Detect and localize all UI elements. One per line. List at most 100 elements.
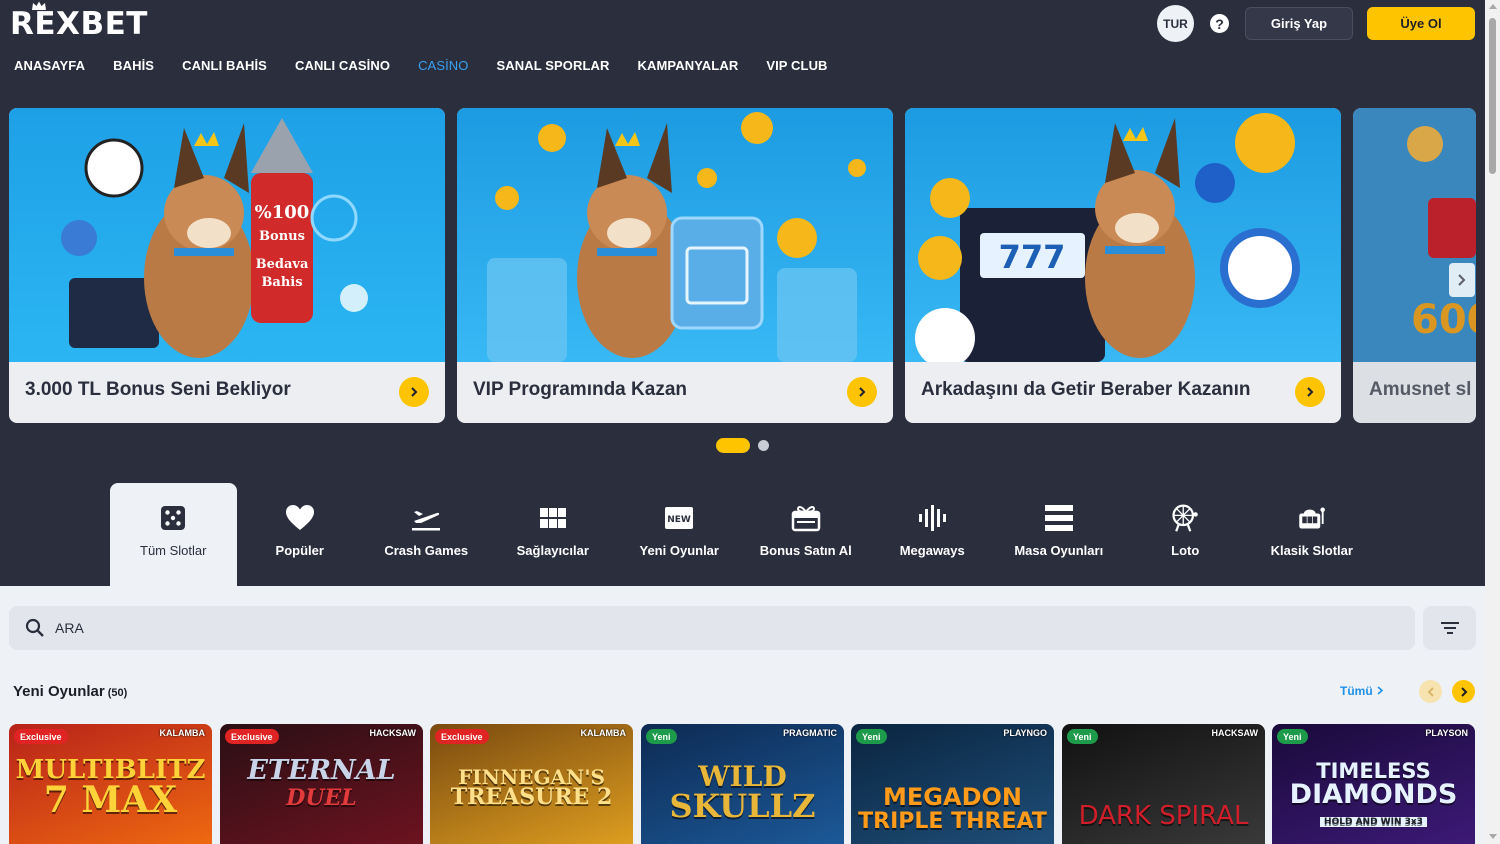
section-title-text: Yeni Oyunlar: [13, 683, 105, 700]
tab-classic-slots[interactable]: Klasik Slotlar: [1249, 483, 1376, 586]
carousel-dot-active[interactable]: [716, 438, 750, 453]
row-prev-button[interactable]: [1419, 680, 1442, 703]
row-next-button[interactable]: [1452, 680, 1475, 703]
chevron-right-icon: [1377, 686, 1384, 695]
svg-text:Bedava: Bedava: [256, 257, 309, 272]
game-provider: PLAYNGO: [1003, 728, 1047, 738]
game-title-line: HOLD AND WIN 3x3: [1320, 816, 1427, 827]
chevron-right-icon[interactable]: [847, 377, 877, 407]
banner-caption: Amusnet sl: [1369, 379, 1472, 400]
filter-button[interactable]: [1423, 606, 1476, 650]
tab-all-slots[interactable]: Tüm Slotlar: [110, 483, 237, 586]
game-title: FINNEGAN'S TREASURE 2: [430, 767, 633, 810]
game-tag: Yeni: [1277, 729, 1308, 744]
plane-icon: [411, 503, 441, 533]
game-provider: HACKSAW: [1211, 728, 1259, 738]
section-title: Yeni Oyunlar (50): [13, 683, 127, 700]
filter-icon: [1440, 622, 1459, 634]
game-card[interactable]: Yeni HACKSAW DARK SPIRAL: [1062, 724, 1265, 844]
login-button[interactable]: Giriş Yap: [1245, 7, 1353, 40]
tab-label: Bonus Satın Al: [759, 543, 852, 558]
game-title-line: DARK SPIRAL: [1078, 801, 1249, 831]
tab-label: Tüm Slotlar: [140, 543, 207, 558]
scroll-down-arrow-icon[interactable]: [1489, 834, 1497, 839]
language-selector[interactable]: TUR: [1157, 5, 1194, 42]
game-title-line: DUEL: [286, 784, 357, 811]
game-title-line: TRIPLE THREAT: [858, 808, 1047, 834]
login-label: Giriş Yap: [1270, 16, 1328, 31]
banner-image-vip: [457, 108, 893, 362]
waveform-icon: [917, 503, 947, 533]
tab-popular[interactable]: Popüler: [237, 483, 364, 586]
promo-banner-referral[interactable]: 777 Arkadaşını da Getir Beraber Kazanın: [905, 108, 1341, 423]
nav-item-live-casino[interactable]: CANLI CASİNO: [295, 58, 390, 73]
banner-image-amusnet: 600: [1353, 108, 1476, 362]
tab-label: Yeni Oyunlar: [639, 543, 719, 558]
banner-caption: Arkadaşını da Getir Beraber Kazanın: [921, 379, 1251, 400]
tab-megaways[interactable]: Megaways: [869, 483, 996, 586]
see-all-link[interactable]: Tümü: [1340, 684, 1384, 698]
game-card[interactable]: Exclusive KALAMBA MULTIBLITZ 7 MAX: [9, 724, 212, 844]
search-input[interactable]: [55, 606, 1355, 650]
tab-lotto[interactable]: Loto: [1122, 483, 1249, 586]
game-tag: Yeni: [646, 729, 677, 744]
page-scrollbar[interactable]: [1485, 0, 1500, 844]
game-title-line: 7 MAX: [43, 778, 178, 821]
tab-bonus-buy[interactable]: Bonus Satın Al: [743, 483, 870, 586]
svg-text:Bahis: Bahis: [261, 275, 302, 290]
game-provider: HACKSAW: [369, 728, 417, 738]
tab-table-games[interactable]: Masa Oyunları: [996, 483, 1123, 586]
game-search-box: [9, 606, 1415, 650]
search-icon: [25, 618, 44, 637]
language-label: TUR: [1163, 16, 1188, 31]
chevron-right-icon[interactable]: [399, 377, 429, 407]
game-title-line: SKULLZ: [669, 786, 816, 825]
game-title: WILD SKULLZ: [641, 763, 844, 822]
tab-providers[interactable]: Sağlayıcılar: [490, 483, 617, 586]
tab-label: Sağlayıcılar: [516, 543, 589, 558]
promo-banner-vip[interactable]: VIP Programında Kazan: [457, 108, 893, 423]
promo-banner-bonus[interactable]: %100 Bonus Bedava Bahis 3.000 TL Bonus S…: [9, 108, 445, 423]
banner-image-referral: 777: [905, 108, 1341, 362]
game-title-line: MEGADON: [883, 783, 1022, 811]
grid-icon: [538, 503, 568, 533]
banner-image-text: 600: [1411, 297, 1476, 343]
new-badge-icon: NEW: [664, 503, 694, 533]
game-tag: Exclusive: [435, 729, 489, 744]
banner-caption: 3.000 TL Bonus Seni Bekliyor: [25, 379, 291, 400]
game-tag: Yeni: [1067, 729, 1098, 744]
help-symbol: ?: [1215, 15, 1224, 32]
svg-text:777: 777: [999, 238, 1066, 276]
tab-new-games[interactable]: NEW Yeni Oyunlar: [616, 483, 743, 586]
signup-label: Üye Ol: [1400, 16, 1442, 31]
game-card[interactable]: Yeni PRAGMATIC WILD SKULLZ: [641, 724, 844, 844]
nav-item-sports[interactable]: BAHİS: [113, 58, 154, 73]
see-all-label: Tümü: [1340, 684, 1373, 698]
nav-item-casino[interactable]: CASİNO: [418, 58, 468, 73]
top-header: REXBET TUR ? Giriş Yap Üye Ol ANASAYFA B…: [0, 0, 1485, 84]
help-icon[interactable]: ?: [1210, 14, 1229, 33]
scroll-up-arrow-icon[interactable]: [1489, 4, 1497, 9]
nav-item-campaigns[interactable]: KAMPANYALAR: [638, 58, 739, 73]
carousel-next-button[interactable]: [1449, 263, 1475, 297]
game-title-line: DIAMONDS: [1289, 778, 1458, 810]
chevron-left-icon: [1427, 686, 1434, 697]
game-title-line: TREASURE 2: [450, 784, 613, 810]
game-card[interactable]: Exclusive HACKSAW ETERNAL DUEL: [220, 724, 423, 844]
signup-button[interactable]: Üye Ol: [1367, 7, 1475, 40]
nav-item-virtual-sports[interactable]: SANAL SPORLAR: [497, 58, 610, 73]
tab-label: Masa Oyunları: [1014, 543, 1104, 558]
carousel-dot[interactable]: [758, 440, 769, 451]
nav-item-live-sports[interactable]: CANLI BAHİS: [182, 58, 267, 73]
scrollbar-thumb[interactable]: [1489, 18, 1496, 174]
slot-machine-icon: [1297, 503, 1327, 533]
nav-item-vip-club[interactable]: VIP CLUB: [766, 58, 827, 73]
nav-item-home[interactable]: ANASAYFA: [14, 58, 85, 73]
game-card[interactable]: Yeni PLAYSON TIMELESS DIAMONDS HOLD AND WI…: [1272, 724, 1475, 844]
tab-crash-games[interactable]: Crash Games: [363, 483, 490, 586]
chevron-right-icon[interactable]: [1295, 377, 1325, 407]
game-card[interactable]: Yeni PLAYNGO MEGADON TRIPLE THREAT: [851, 724, 1054, 844]
game-card[interactable]: Exclusive KALAMBA FINNEGAN'S TREASURE 2: [430, 724, 633, 844]
rexbet-logo[interactable]: REXBET: [10, 1, 148, 42]
main-nav: ANASAYFA BAHİS CANLI BAHİS CANLI CASİNO …: [14, 58, 856, 73]
